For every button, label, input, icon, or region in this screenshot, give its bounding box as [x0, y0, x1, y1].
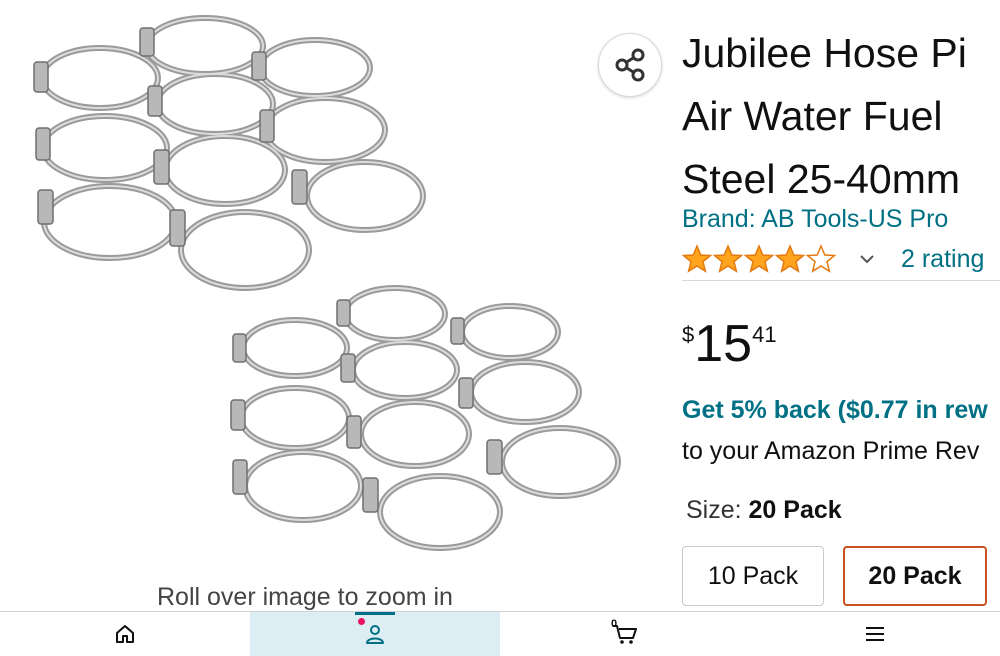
price-currency: $: [682, 322, 695, 347]
share-button[interactable]: [598, 33, 662, 97]
product-image-hose-clamps-bottom[interactable]: [215, 280, 635, 570]
home-icon: [116, 625, 134, 643]
size-selected-value: 20 Pack: [748, 496, 842, 524]
chevron-down-icon[interactable]: [859, 254, 875, 264]
product-image-gallery[interactable]: Roll over image to zoom in: [0, 0, 660, 612]
notification-dot: [358, 618, 365, 625]
cart-count-badge: 0: [611, 618, 618, 630]
price-fraction: 41: [752, 322, 777, 347]
size-label: Size:: [686, 496, 749, 524]
product-info-panel: Jubilee Hose Pi Air Water Fuel Steel 25-…: [682, 0, 1000, 612]
size-option-label: 10 Pack: [707, 561, 799, 590]
account-icon: [366, 625, 384, 644]
menu-icon: [866, 627, 884, 641]
product-title-line: Steel 25-40mm: [682, 156, 961, 202]
nav-cart[interactable]: 0: [500, 612, 750, 656]
size-option-20-pack[interactable]: 20 Pack: [843, 546, 987, 606]
price: $1541: [682, 316, 777, 372]
active-tab-indicator: [355, 612, 395, 615]
rating-row[interactable]: 2 rating: [682, 242, 1000, 276]
nav-account[interactable]: [250, 612, 500, 656]
size-selector-label: Size: 20 Pack: [686, 496, 842, 525]
size-option-label: 20 Pack: [868, 561, 962, 590]
ratings-count-link[interactable]: 2 rating: [901, 245, 984, 274]
cashback-offer-link[interactable]: Get 5% back ($0.77 in rew: [682, 396, 988, 425]
star-rating-icon: [682, 244, 837, 273]
price-whole: 15: [694, 315, 753, 373]
nav-menu[interactable]: [750, 612, 1000, 656]
product-image-hose-clamps-top[interactable]: [20, 10, 440, 300]
share-icon: [615, 48, 645, 82]
nav-home[interactable]: [0, 612, 250, 656]
size-option-10-pack[interactable]: 10 Pack: [682, 546, 824, 606]
product-title-line: Jubilee Hose Pi: [682, 30, 967, 76]
bottom-navigation: 0: [0, 611, 1000, 656]
divider: [682, 280, 1000, 281]
cashback-subtext: to your Amazon Prime Rev: [682, 437, 980, 465]
brand-link[interactable]: Brand: AB Tools-US Pro: [682, 205, 948, 234]
zoom-hint: Roll over image to zoom in: [157, 583, 453, 611]
product-title: Jubilee Hose Pi Air Water Fuel Steel 25-…: [682, 22, 1000, 211]
product-title-line: Air Water Fuel: [682, 93, 943, 139]
